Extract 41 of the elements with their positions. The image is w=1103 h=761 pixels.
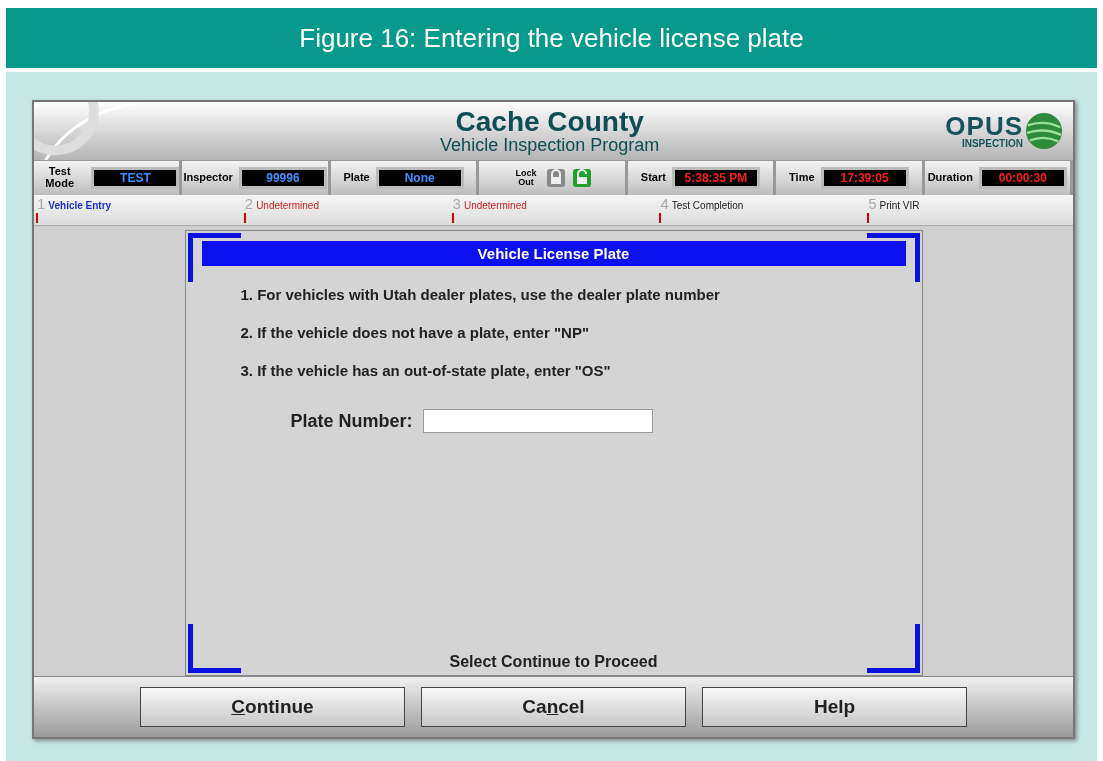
instruction-text: 2. If the vehicle does not have a plate, enter "NP" (240, 324, 590, 341)
status-label: Start (640, 172, 666, 184)
step-label: Undetermined (256, 200, 319, 211)
instruction-text: 1. For vehicles with Utah dealer plates, use the dealer plate number (240, 286, 720, 303)
panel-title: Vehicle License Plate (201, 241, 906, 266)
status-label: Plate (343, 172, 370, 184)
status-label: Lock Out (514, 168, 538, 188)
app-subtitle: Vehicle Inspection Program (439, 136, 661, 154)
action-button[interactable]: Cancel (421, 687, 686, 727)
action-button[interactable]: Continue (140, 687, 405, 727)
status-label: Duration (927, 172, 973, 184)
plate-number-field[interactable] (422, 409, 653, 433)
step-number: 1 (37, 195, 46, 212)
status-display: 99996 (238, 167, 327, 189)
status-display: 00:00:30 (978, 167, 1067, 189)
app-title: Cache County (454, 108, 645, 136)
globe-icon (1025, 112, 1063, 150)
instruction-text: 3. If the vehicle has an out-of-state plate, enter "OS" (240, 362, 612, 379)
step-number: 2 (244, 195, 254, 212)
status-label: Inspector (183, 172, 233, 184)
status-display: TEST (91, 167, 180, 189)
figure-title: Figure 16: Entering the vehicle license plate (6, 8, 1097, 68)
footer-text: Select Continue to Proceed (449, 653, 658, 671)
status-display: 17:39:05 (820, 167, 909, 189)
step-number: 5 (868, 195, 877, 212)
logo-tagline: INSPECTION (960, 139, 1023, 149)
logo-name: OPUS (945, 113, 1023, 139)
status-display: None (375, 167, 464, 189)
status-label: Test Mode (44, 166, 76, 190)
step-label: Vehicle Entry (48, 200, 112, 211)
step-label: Test Completion (671, 200, 744, 211)
status-label: Time (789, 172, 815, 184)
field-label: Plate Number: (290, 410, 413, 432)
lock-icon[interactable] (545, 168, 566, 188)
action-button[interactable]: Help (702, 687, 967, 727)
step-label: Undetermined (463, 200, 527, 211)
step-number: 3 (452, 195, 461, 212)
step-label: Print VIR (879, 200, 920, 211)
unlock-icon[interactable] (571, 168, 592, 188)
step-number: 4 (660, 195, 669, 212)
status-display: 5:38:35 PM (671, 167, 760, 189)
